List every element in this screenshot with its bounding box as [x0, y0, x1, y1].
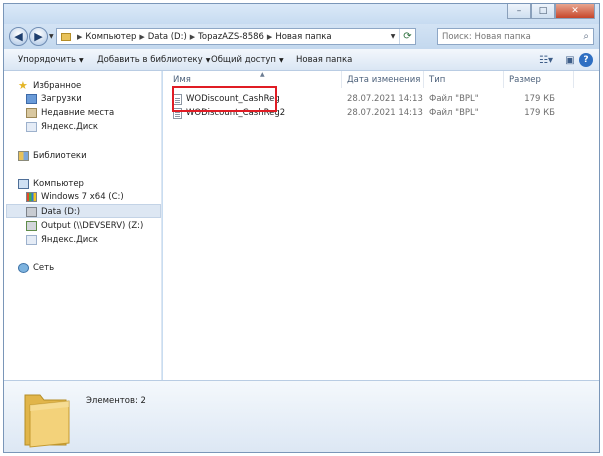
share-button[interactable]: Общий доступ ▼: [211, 55, 284, 65]
arrow-right-icon: ▶: [34, 30, 43, 43]
nav-item-favorites[interactable]: ★ Избранное: [18, 79, 81, 92]
nav-item-computer[interactable]: Компьютер: [18, 177, 84, 190]
breadcrumb-topaz[interactable]: TopazAZS-8586: [198, 32, 264, 42]
computer-icon: [18, 178, 29, 189]
back-button[interactable]: ◀: [9, 27, 28, 46]
item-count: Элементов: 2: [86, 396, 146, 406]
column-header-date[interactable]: Дата изменения: [342, 71, 424, 88]
nav-label: Data (D:): [41, 206, 81, 217]
nav-label: Windows 7 x64 (C:): [41, 191, 124, 202]
forward-button[interactable]: ▶: [29, 27, 48, 46]
add-to-library-label: Добавить в библиотеку: [97, 55, 203, 65]
star-icon: ★: [18, 78, 28, 92]
nav-label: Яндекс.Диск: [41, 121, 99, 132]
nav-label: Избранное: [33, 80, 82, 91]
nav-item-yandex-disk-computer[interactable]: Яндекс.Диск: [26, 233, 98, 246]
view-controls: ☷▾ ▣ ?: [531, 52, 593, 68]
network-drive-icon: [26, 220, 37, 231]
details-pane: Элементов: 2: [4, 380, 599, 452]
column-label: Имя: [173, 74, 191, 85]
column-label: Дата изменения: [347, 74, 421, 85]
breadcrumb-new-folder[interactable]: Новая папка: [275, 32, 331, 42]
share-label: Общий доступ: [211, 55, 276, 65]
explorer-window: – □ ✕ ◀ ▶ ▼ ▶ Компьютер ▶ Data (D:) ▶ To…: [3, 3, 600, 453]
organize-label: Упорядочить: [18, 55, 77, 65]
breadcrumb-drive-d[interactable]: Data (D:): [148, 32, 187, 42]
column-label: Тип: [429, 74, 446, 85]
address-controls: ▼ ⟳: [387, 29, 415, 44]
nav-label: Недавние места: [41, 107, 115, 118]
nav-item-network[interactable]: Сеть: [18, 261, 54, 274]
nav-label: Яндекс.Диск: [41, 234, 99, 245]
hard-drive-icon: [26, 206, 37, 217]
search-input[interactable]: [442, 31, 572, 42]
downloads-folder-icon: [26, 93, 37, 104]
folder-icon: [24, 394, 70, 448]
chevron-right-icon[interactable]: ▶: [77, 33, 82, 41]
new-folder-button[interactable]: Новая папка: [296, 55, 352, 65]
yandex-disk-icon: [26, 121, 37, 132]
file-size: 179 КБ: [524, 94, 555, 104]
nav-item-libraries[interactable]: Библиотеки: [18, 149, 87, 162]
yandex-disk-icon: [26, 234, 37, 245]
caption-buttons: – □ ✕: [507, 4, 595, 19]
title-bar: – □ ✕: [4, 4, 599, 24]
add-to-library-button[interactable]: Добавить в библиотеку ▼: [97, 55, 210, 65]
new-folder-label: Новая папка: [296, 55, 353, 65]
address-history-dropdown[interactable]: ▼: [387, 33, 399, 40]
close-button[interactable]: ✕: [555, 4, 595, 19]
file-date: 28.07.2021 14:13: [347, 108, 423, 118]
nav-label: Библиотеки: [33, 150, 87, 161]
nav-item-downloads[interactable]: Загрузки: [26, 92, 82, 105]
address-row: ◀ ▶ ▼ ▶ Компьютер ▶ Data (D:) ▶ TopazAZS…: [4, 24, 599, 49]
windows-drive-icon: [26, 191, 37, 202]
chevron-down-icon: ▼: [278, 57, 284, 64]
chevron-right-icon[interactable]: ▶: [190, 33, 195, 41]
column-label: Размер: [509, 74, 541, 85]
nav-label: Компьютер: [33, 178, 84, 189]
nav-item-network-drive-z[interactable]: Output (\\DEVSERV) (Z:): [26, 219, 143, 232]
maximize-button[interactable]: □: [531, 4, 555, 19]
view-options-icon[interactable]: ☷▾: [537, 52, 555, 68]
arrow-left-icon: ◀: [14, 30, 23, 43]
refresh-icon[interactable]: ⟳: [399, 29, 415, 44]
file-type: Файл "BPL": [429, 94, 479, 104]
file-date: 28.07.2021 14:13: [347, 94, 423, 104]
preview-pane-icon[interactable]: ▣: [561, 52, 579, 68]
nav-item-recent-places[interactable]: Недавние места: [26, 106, 114, 119]
command-bar: Упорядочить ▼ Добавить в библиотеку ▼ Общи…: [4, 49, 599, 71]
search-box[interactable]: ⌕: [437, 28, 594, 45]
minimize-button[interactable]: –: [507, 4, 531, 19]
network-icon: [18, 262, 29, 273]
search-icon[interactable]: ⌕: [583, 31, 589, 42]
nav-item-drive-d[interactable]: Data (D:): [26, 205, 80, 218]
address-bar[interactable]: ▶ Компьютер ▶ Data (D:) ▶ TopazAZS-8586 …: [56, 28, 416, 45]
chevron-down-icon: ▼: [205, 57, 211, 64]
file-size: 179 КБ: [524, 108, 555, 118]
nav-label: Output (\\DEVSERV) (Z:): [41, 220, 144, 231]
breadcrumb-computer[interactable]: Компьютер: [85, 32, 136, 42]
recent-places-icon: [26, 107, 37, 118]
libraries-icon: [18, 150, 29, 161]
nav-item-yandex-disk[interactable]: Яндекс.Диск: [26, 120, 98, 133]
column-header-size[interactable]: Размер: [504, 71, 574, 88]
file-list: ▲ Имя Дата изменения Тип Размер WODiscou…: [163, 71, 599, 380]
chevron-right-icon[interactable]: ▶: [139, 33, 144, 41]
folder-icon: [61, 32, 71, 41]
recent-pages-dropdown[interactable]: ▼: [49, 33, 54, 40]
help-icon[interactable]: ?: [579, 53, 593, 67]
nav-item-drive-c[interactable]: Windows 7 x64 (C:): [26, 190, 124, 203]
red-highlight-box: [172, 86, 277, 112]
organize-button[interactable]: Упорядочить ▼: [18, 55, 84, 65]
chevron-right-icon[interactable]: ▶: [267, 33, 272, 41]
chevron-down-icon: ▼: [79, 57, 84, 64]
file-type: Файл "BPL": [429, 108, 479, 118]
nav-label: Сеть: [33, 262, 55, 273]
nav-label: Загрузки: [41, 93, 82, 104]
column-header-type[interactable]: Тип: [424, 71, 504, 88]
navigation-pane: ★ Избранное Загрузки Недавние места Янде…: [4, 71, 162, 380]
